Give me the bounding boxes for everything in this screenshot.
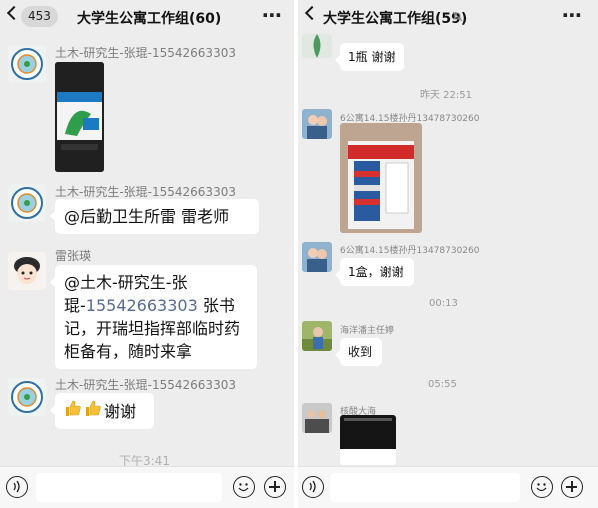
message-text: 收到 <box>348 345 373 359</box>
sender-name: 土木-研究生-张琨-15542663303 <box>55 185 236 199</box>
input-bar <box>0 466 294 508</box>
avatar[interactable] <box>302 242 332 272</box>
phone-screenshot-image <box>340 415 396 465</box>
avatar[interactable] <box>302 321 332 351</box>
unread-count-badge[interactable]: 453 <box>21 6 58 27</box>
add-icon[interactable] <box>561 476 583 498</box>
message-text: 1盒，谢谢 <box>348 265 404 279</box>
message-input[interactable] <box>36 473 222 502</box>
couple-avatar-image <box>302 242 332 272</box>
avatar[interactable] <box>302 403 332 433</box>
sender-name: 土木-研究生-张琨-15542663303 <box>55 378 236 392</box>
message-bubble[interactable]: 收到 <box>335 338 382 366</box>
thumbs-up-icon <box>84 399 104 423</box>
chat-header: 453 大学生公寓工作组(60) ⋯ <box>0 0 294 34</box>
chat-title: 大学生公寓工作组(60) <box>77 11 222 27</box>
chat-header: 大学生公寓工作组(59) ⋯ <box>298 0 598 34</box>
avatar[interactable] <box>8 252 46 290</box>
thumbs-up-icon <box>64 399 84 423</box>
mute-icon <box>452 11 463 22</box>
message-image[interactable] <box>340 123 422 233</box>
cartoon-avatar-image <box>8 252 46 290</box>
emoji-icon[interactable] <box>531 476 553 498</box>
message-text: 谢谢 <box>104 402 137 421</box>
right-chat-window: 大学生公寓工作组(59) ⋯ 1瓶 谢谢 昨天 22:51 6公寓14.15楼孙… <box>298 0 598 508</box>
message-image[interactable] <box>340 415 396 465</box>
message-image[interactable] <box>55 62 104 172</box>
message-bubble[interactable]: @土木-研究生-张琨-15542663303 张书记，开瑞坦指挥部临时药柜备有，… <box>50 265 257 369</box>
avatar[interactable] <box>8 184 46 222</box>
couple-avatar-image <box>302 109 332 139</box>
message-bubble[interactable]: 1瓶 谢谢 <box>335 43 404 71</box>
emblem-avatar-image <box>8 45 46 83</box>
avatar[interactable] <box>8 378 46 416</box>
add-icon[interactable] <box>264 476 286 498</box>
timestamp: 05:55 <box>428 379 457 390</box>
more-icon[interactable]: ⋯ <box>262 3 282 27</box>
phone-number-link[interactable]: 15542663303 <box>86 296 198 315</box>
avatar[interactable] <box>302 34 332 58</box>
chat-title: 大学生公寓工作组(59) <box>323 11 468 27</box>
medicine-bag-photo <box>340 123 422 233</box>
group-photo-avatar-image <box>302 403 332 433</box>
emblem-avatar-image <box>8 184 46 222</box>
sender-name: 6公寓14.15楼孙丹13478730260 <box>340 246 480 256</box>
plant-avatar-image <box>302 34 332 58</box>
message-bubble[interactable]: @后勤卫生所雷 雷老师 <box>50 199 259 234</box>
outdoor-avatar-image <box>302 321 332 351</box>
message-text: @后勤卫生所雷 雷老师 <box>64 207 230 226</box>
more-icon[interactable]: ⋯ <box>562 3 582 27</box>
back-icon[interactable] <box>304 5 320 21</box>
voice-icon[interactable] <box>302 476 324 498</box>
avatar[interactable] <box>8 45 46 83</box>
back-icon[interactable] <box>6 5 22 21</box>
emoji-icon[interactable] <box>233 476 255 498</box>
timestamp: 00:13 <box>429 298 458 309</box>
emblem-avatar-image <box>8 378 46 416</box>
timestamp: 昨天 22:51 <box>420 90 472 101</box>
sender-name: 海洋潘主任婷 <box>340 326 395 336</box>
message-input[interactable] <box>330 473 520 502</box>
input-bar <box>298 466 598 508</box>
message-bubble[interactable]: 1盒，谢谢 <box>335 258 414 286</box>
sender-name: 雷张瑛 <box>55 249 92 263</box>
left-chat-window: 453 大学生公寓工作组(60) ⋯ 土木-研究生-张琨-15542663303 <box>0 0 294 508</box>
avatar[interactable] <box>302 109 332 139</box>
sender-name: 土木-研究生-张琨-15542663303 <box>55 46 236 60</box>
voice-icon[interactable] <box>6 476 28 498</box>
message-bubble[interactable]: 谢谢 <box>50 393 154 429</box>
message-text: 1瓶 谢谢 <box>348 50 396 64</box>
medicine-box-photo <box>55 62 104 172</box>
